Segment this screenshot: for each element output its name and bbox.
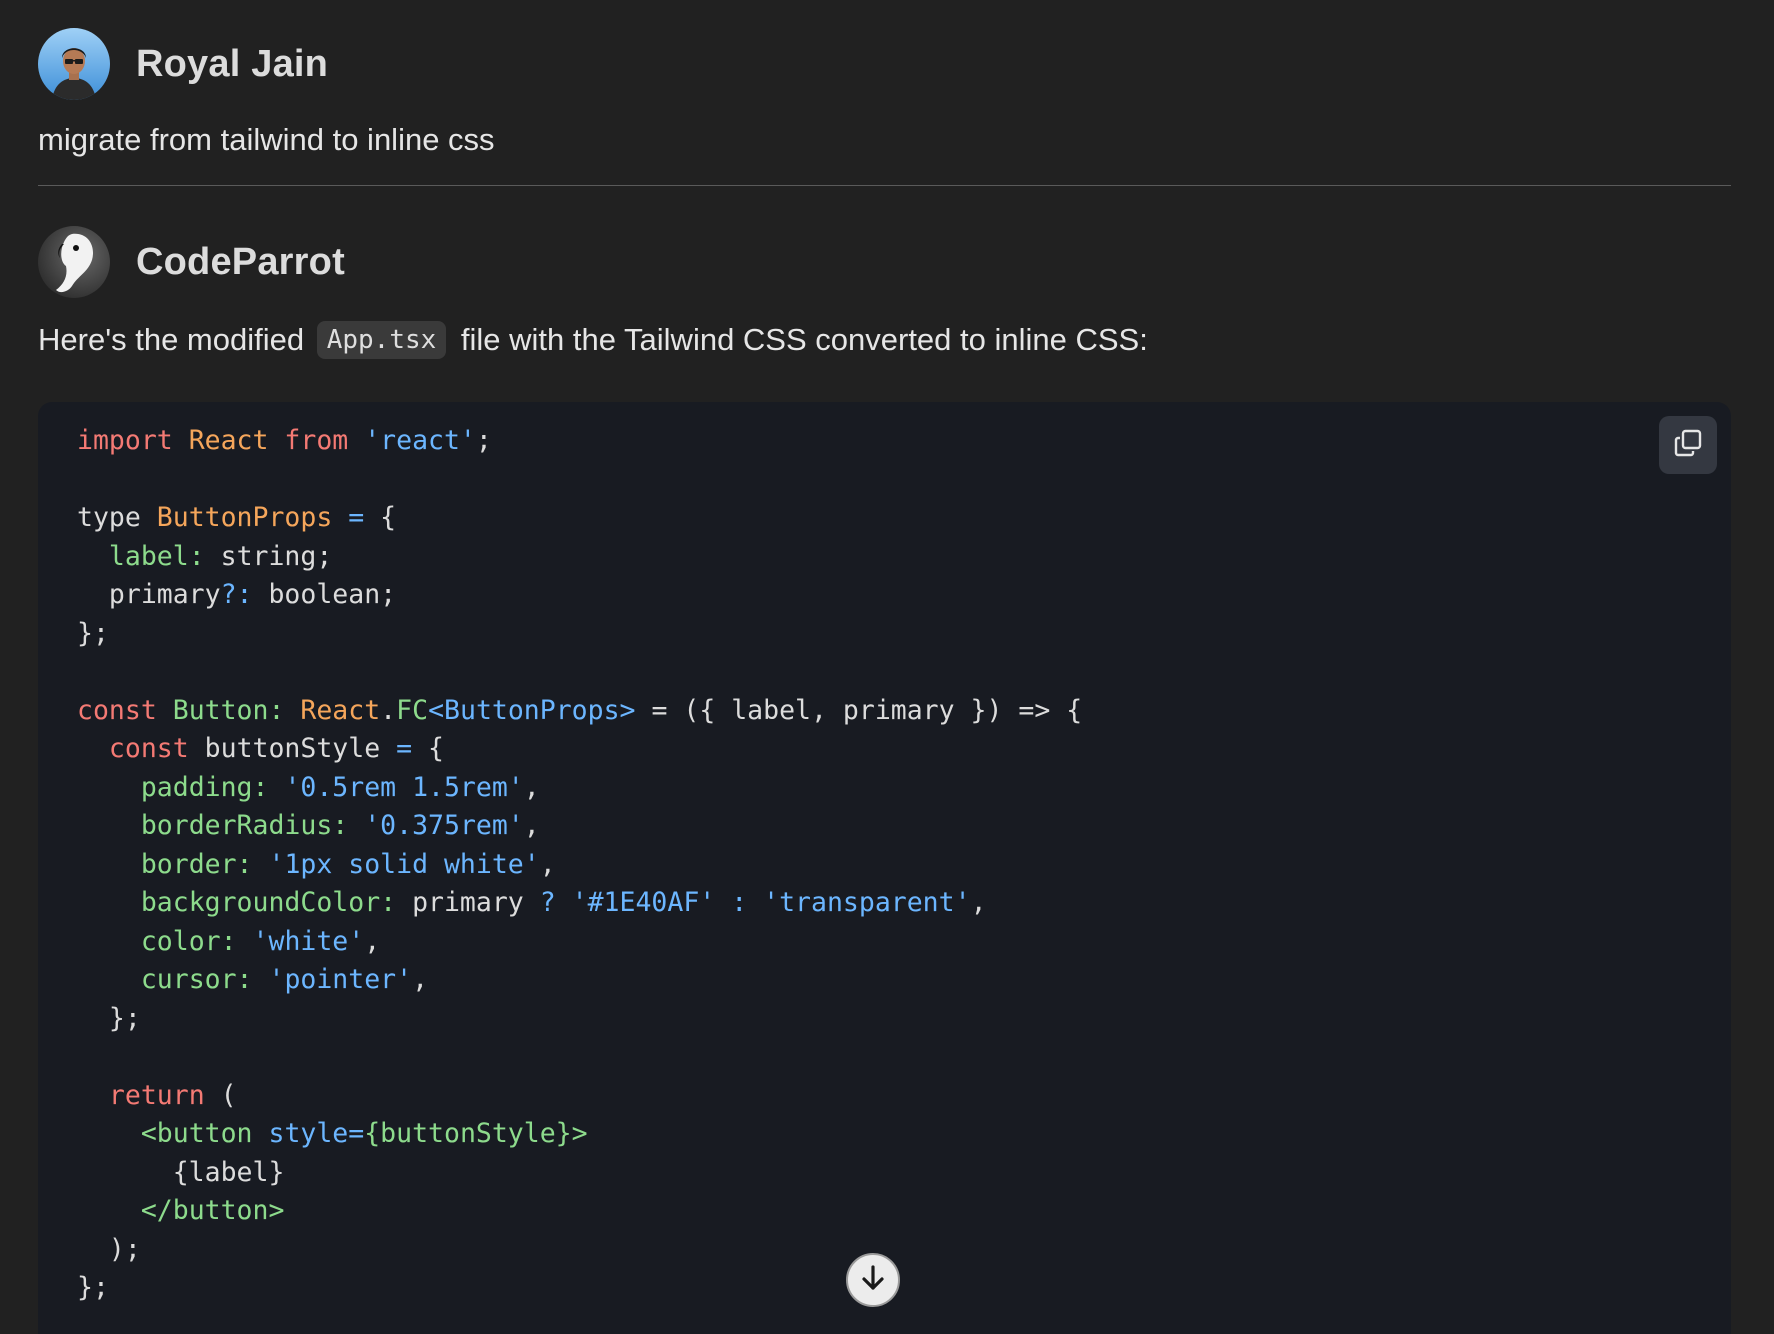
code-token-string: 'react' [364, 425, 476, 456]
user-avatar[interactable] [38, 28, 110, 100]
code-line: }; [77, 1272, 109, 1303]
code-line: padding: '0.5rem 1.5rem', [140, 771, 540, 803]
message-divider [38, 185, 1731, 186]
code-block: import React from 'react'; type ButtonPr… [38, 402, 1731, 1334]
code-line: type ButtonProps = { [77, 502, 397, 533]
arrow-down-icon [858, 1263, 888, 1298]
assistant-message-header: CodeParrot [38, 226, 345, 298]
code-content: import React from 'react'; type ButtonPr… [77, 422, 1082, 1308]
code-line: label: string; [108, 540, 333, 572]
copy-code-button[interactable] [1659, 416, 1717, 474]
inline-code-filename: App.tsx [316, 321, 447, 359]
intro-text-start: Here's the modified [38, 322, 313, 357]
code-line: borderRadius: '0.375rem', [140, 810, 540, 841]
code-line: </button> [140, 1195, 285, 1226]
user-message-text: migrate from tailwind to inline css [38, 122, 495, 157]
code-line: <button style={buttonStyle}> [140, 1118, 588, 1149]
code-line: import React from 'react'; [77, 425, 492, 456]
copy-icon [1673, 428, 1703, 463]
code-line: border: '1px solid white', [140, 848, 556, 880]
code-line: return ( [108, 1079, 237, 1111]
user-message-header: Royal Jain [38, 28, 328, 100]
scroll-to-bottom-button[interactable] [846, 1253, 900, 1307]
code-line: const buttonStyle = { [108, 733, 444, 764]
code-line: color: 'white', [140, 925, 381, 957]
code-line: const Button: React.FC<ButtonProps> = ({… [77, 694, 1083, 726]
assistant-name: CodeParrot [136, 240, 345, 283]
intro-text-end: file with the Tailwind CSS converted to … [452, 322, 1148, 357]
code-line: backgroundColor: primary ? '#1E40AF' : '… [140, 887, 987, 918]
assistant-intro-text: Here's the modified App.tsx file with th… [38, 321, 1148, 359]
user-name: Royal Jain [136, 42, 329, 85]
code-line: cursor: 'pointer', [140, 964, 429, 995]
code-line: }; [77, 1002, 141, 1034]
assistant-avatar[interactable] [38, 226, 110, 298]
code-line: {label} [77, 1156, 285, 1188]
code-line: }; [77, 617, 109, 649]
code-line: ); [77, 1233, 141, 1265]
code-line: primary?: boolean; [77, 579, 397, 610]
